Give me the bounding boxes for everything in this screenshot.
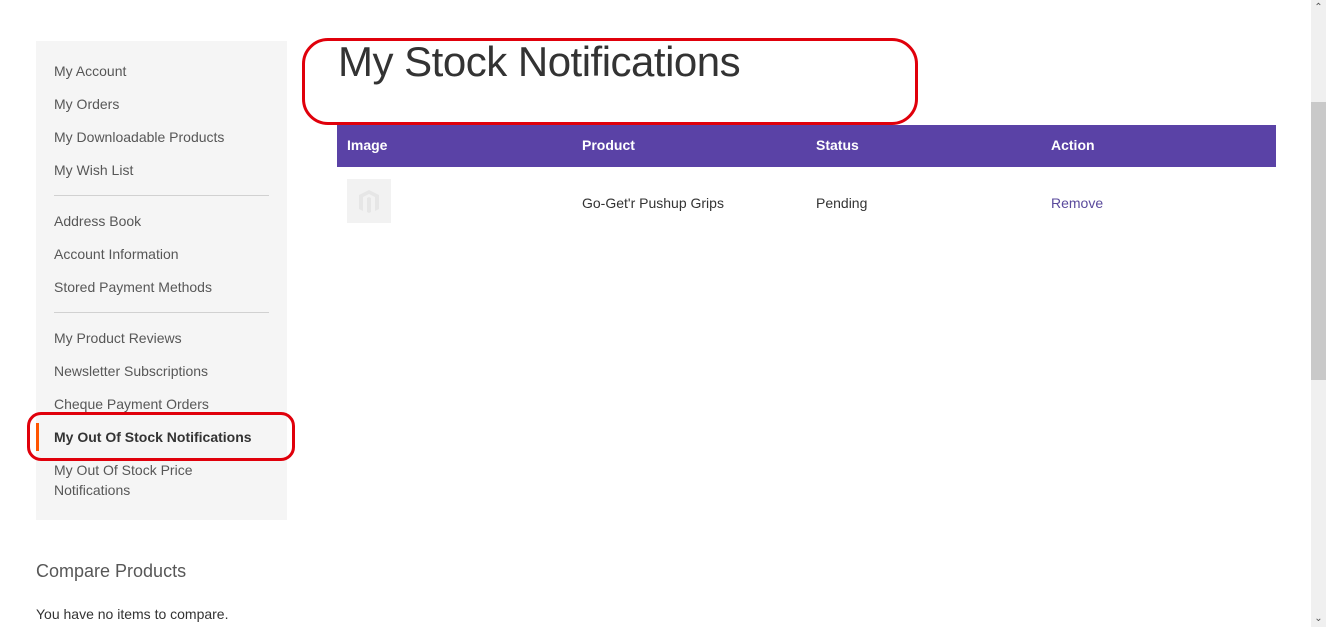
status-text: Pending	[816, 195, 868, 211]
chevron-down-icon[interactable]: ⌄	[1311, 611, 1326, 627]
column-header-product: Product	[582, 137, 635, 153]
page-title: My Stock Notifications	[338, 38, 741, 85]
column-header-action: Action	[1051, 137, 1095, 153]
page-scrollbar[interactable]: ⌃ ⌄	[1311, 0, 1326, 627]
sidebar-item-my-orders[interactable]: My Orders	[54, 94, 119, 114]
product-name[interactable]: Go-Get'r Pushup Grips	[582, 195, 724, 211]
active-indicator	[36, 423, 39, 451]
sidebar-item-my-out-of-stock-price-notifications[interactable]: My Out Of Stock Price Notifications	[54, 460, 214, 500]
sidebar-item-my-downloadable-products[interactable]: My Downloadable Products	[54, 127, 224, 147]
sidebar-divider	[54, 195, 269, 196]
column-header-image: Image	[347, 137, 388, 153]
sidebar-item-my-product-reviews[interactable]: My Product Reviews	[54, 328, 182, 348]
sidebar-item-address-book[interactable]: Address Book	[54, 211, 141, 231]
scrollbar-thumb[interactable]	[1311, 102, 1326, 380]
account-sidebar: My Account My Orders My Downloadable Pro…	[36, 41, 287, 520]
sidebar-item-newsletter-subscriptions[interactable]: Newsletter Subscriptions	[54, 361, 208, 381]
sidebar-item-account-information[interactable]: Account Information	[54, 244, 179, 264]
table-header: Image Product Status Action	[337, 125, 1276, 167]
table-row: Go-Get'r Pushup Grips Pending Remove	[337, 167, 1276, 237]
compare-empty-text: You have no items to compare.	[36, 606, 229, 622]
product-placeholder-icon[interactable]	[347, 179, 391, 223]
sidebar-item-stored-payment-methods[interactable]: Stored Payment Methods	[54, 277, 212, 297]
sidebar-divider	[54, 312, 269, 313]
sidebar-item-my-account[interactable]: My Account	[54, 61, 126, 81]
sidebar-item-cheque-payment-orders[interactable]: Cheque Payment Orders	[54, 394, 209, 414]
notifications-table: Image Product Status Action Go-Get'r Pus…	[337, 125, 1276, 237]
sidebar-item-my-wish-list[interactable]: My Wish List	[54, 160, 133, 180]
column-header-status: Status	[816, 137, 859, 153]
compare-products-title: Compare Products	[36, 561, 187, 581]
remove-link[interactable]: Remove	[1051, 195, 1103, 211]
sidebar-item-my-out-of-stock-notifications[interactable]: My Out Of Stock Notifications	[54, 427, 252, 447]
chevron-up-icon[interactable]: ⌃	[1311, 0, 1326, 16]
